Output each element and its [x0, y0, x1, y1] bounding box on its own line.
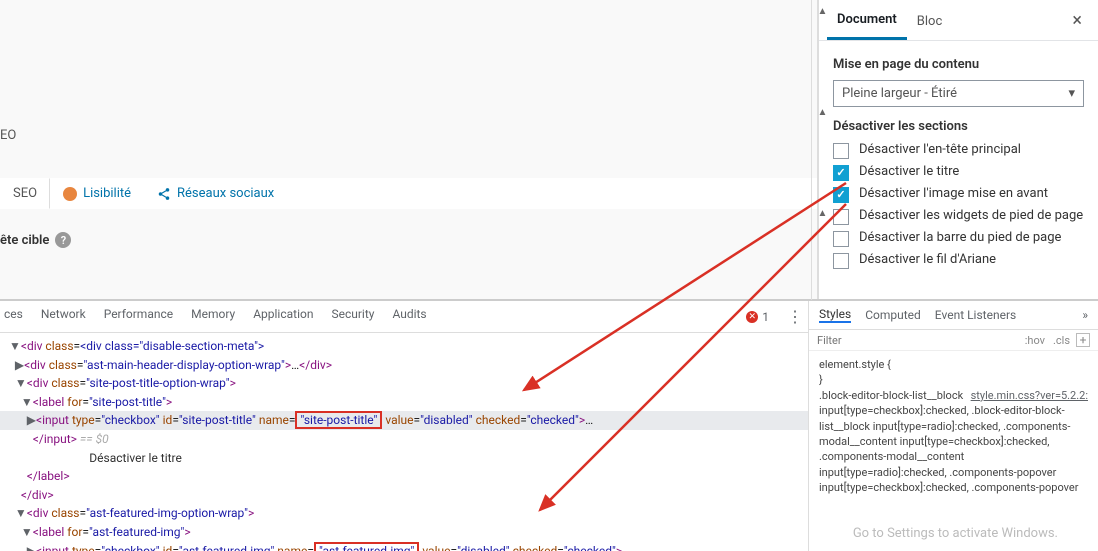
checkbox-row[interactable]: Désactiver le fil d'Ariane	[833, 252, 1084, 269]
editor-main: EO SEO Lisibilité Réseaux sociaux ête ci…	[0, 0, 818, 299]
checkbox-row[interactable]: Désactiver les widgets de pied de page	[833, 208, 1084, 225]
tab-listeners[interactable]: Event Listeners	[935, 308, 1016, 322]
dt-tab[interactable]: Security	[331, 307, 374, 326]
collapse-bar[interactable]: ▲ ▲ ▲	[811, 0, 833, 300]
checkbox-label: Désactiver le fil d'Ariane	[859, 252, 996, 269]
tab-styles[interactable]: Styles	[819, 307, 851, 323]
checkbox-label: Désactiver les widgets de pied de page	[859, 208, 1083, 225]
checkbox[interactable]	[833, 143, 849, 159]
cls-toggle[interactable]: .cls	[1053, 334, 1070, 347]
css-source-link[interactable]: style.min.css?ver=5.2.2:	[971, 388, 1088, 403]
layout-select[interactable]: Pleine largeur - Étiré▾	[833, 80, 1084, 107]
close-icon[interactable]: ×	[1064, 6, 1090, 35]
chevron-down-icon: ▾	[1068, 86, 1075, 101]
section-mise: Mise en page du contenu	[833, 57, 1084, 72]
section-desactiver: Désactiver les sections	[833, 119, 1084, 134]
tab-lisibilite[interactable]: Lisibilité	[50, 178, 144, 209]
chevron-up-icon: ▲	[818, 6, 828, 17]
checkbox[interactable]	[833, 187, 849, 203]
more-icon[interactable]: »	[1082, 308, 1088, 322]
dt-tab[interactable]: Performance	[104, 307, 173, 326]
tab-document[interactable]: Document	[827, 0, 907, 40]
sidebar: Document Bloc × Mise en page du contenu …	[818, 0, 1098, 299]
dom-tree[interactable]: ▼<div class=<div class="disable-section-…	[0, 333, 808, 551]
dt-tab[interactable]: Memory	[191, 307, 235, 326]
hov-toggle[interactable]: :hov	[1025, 334, 1045, 347]
tab-bloc[interactable]: Bloc	[907, 2, 952, 39]
dt-tab[interactable]: Network	[41, 307, 86, 326]
chevron-up-icon: ▲	[818, 107, 828, 118]
tab-reseaux[interactable]: Réseaux sociaux	[144, 178, 287, 209]
checkbox-label: Désactiver l'en-tête principal	[859, 142, 1021, 159]
chevron-up-icon: ▲	[818, 208, 828, 219]
error-count[interactable]: ✕1	[746, 307, 769, 326]
dt-tab[interactable]: Application	[253, 307, 313, 326]
checkbox-row[interactable]: Désactiver la barre du pied de page	[833, 230, 1084, 247]
style-rule: style.min.css?ver=5.2.2:.block-editor-bl…	[819, 388, 1088, 496]
requete-cible-label: ête cible?	[0, 232, 71, 248]
style-rule: }	[819, 372, 1088, 387]
checkbox-row[interactable]: Désactiver l'image mise en avant	[833, 186, 1084, 203]
tab-row: SEO Lisibilité Réseaux sociaux	[0, 178, 817, 209]
checkbox-row[interactable]: Désactiver le titre	[833, 164, 1084, 181]
checkbox-label: Désactiver le titre	[859, 164, 959, 181]
dt-tab[interactable]: ces	[4, 307, 23, 326]
help-icon[interactable]: ?	[55, 232, 71, 248]
share-icon	[157, 187, 171, 201]
tab-label: Réseaux sociaux	[177, 186, 274, 201]
dt-tab[interactable]: Audits	[392, 307, 426, 326]
checkbox-row[interactable]: Désactiver l'en-tête principal	[833, 142, 1084, 159]
more-icon[interactable]: ⋮	[787, 307, 804, 326]
tab-computed[interactable]: Computed	[865, 308, 921, 322]
add-rule-button[interactable]: +	[1076, 333, 1090, 347]
styles-panel: Styles Computed Event Listeners » :hov .…	[808, 301, 1098, 551]
checkbox[interactable]	[833, 165, 849, 181]
checkbox[interactable]	[833, 231, 849, 247]
face-icon	[63, 187, 77, 201]
tab-seo[interactable]: SEO	[0, 178, 50, 209]
filter-input[interactable]	[817, 334, 1025, 347]
devtools-tabs: ces Network Performance Memory Applicati…	[0, 301, 808, 333]
checkbox-label: Désactiver la barre du pied de page	[859, 230, 1061, 247]
checkbox[interactable]	[833, 253, 849, 269]
checkbox[interactable]	[833, 209, 849, 225]
devtools: ces Network Performance Memory Applicati…	[0, 300, 1098, 551]
tab-label: Lisibilité	[83, 186, 131, 201]
style-rule: element.style {	[819, 357, 1088, 372]
seo-crumb: EO	[0, 128, 16, 143]
checkbox-label: Désactiver l'image mise en avant	[859, 186, 1048, 203]
